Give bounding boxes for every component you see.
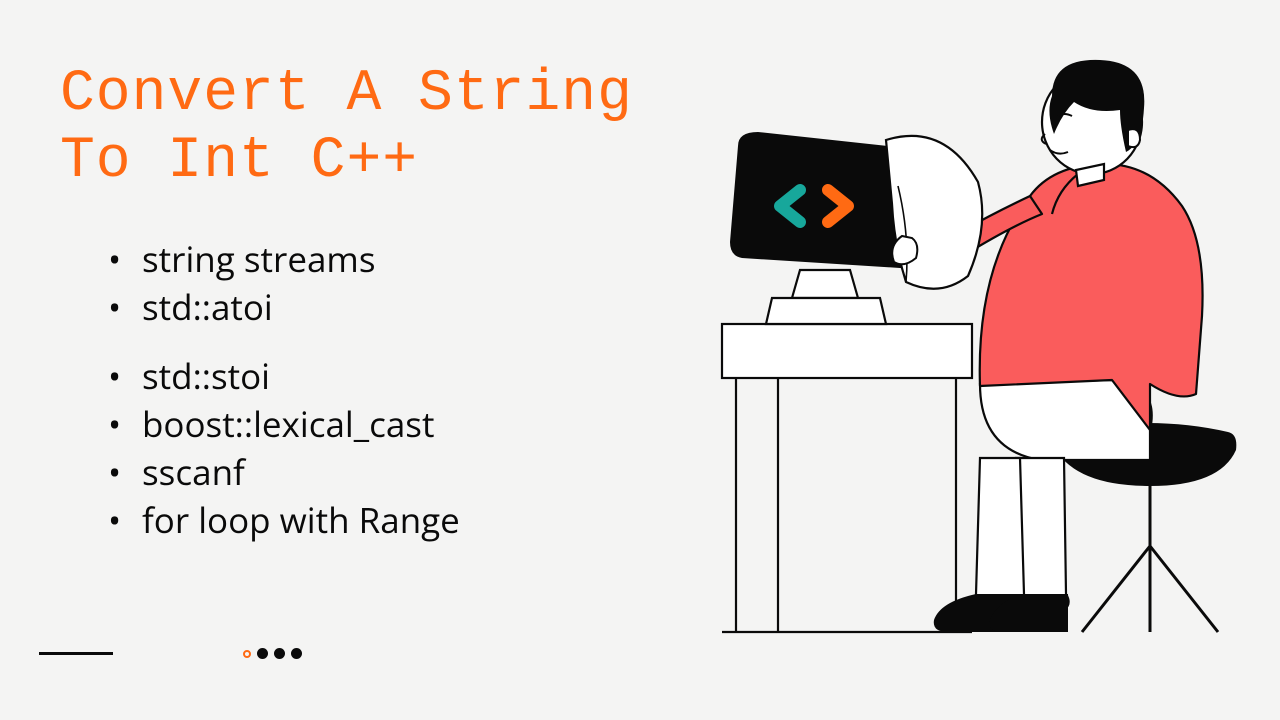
illustration-person-at-desk xyxy=(680,54,1260,644)
hand-icon xyxy=(892,236,917,264)
dot-indicator xyxy=(291,648,302,659)
person-legs-icon xyxy=(934,380,1152,632)
pagination-dots xyxy=(243,648,302,659)
dot-indicator xyxy=(274,648,285,659)
method-list: string streams std::atoi std::stoi boost… xyxy=(108,236,460,546)
list-item-label: std::stoi xyxy=(142,353,270,400)
title-line-1: Convert A String xyxy=(60,62,633,127)
paper-icon xyxy=(886,136,982,289)
page-title: Convert A String To Int C++ xyxy=(60,62,633,195)
list-item-label: boost::lexical_cast xyxy=(142,401,434,448)
list-item-label: sscanf xyxy=(142,449,245,496)
list-item: sscanf xyxy=(108,449,460,497)
divider-line xyxy=(39,652,113,655)
list-item-label: std::atoi xyxy=(142,284,273,331)
list-item: std::stoi xyxy=(108,353,460,401)
dot-indicator-active xyxy=(243,650,251,658)
list-item-label: for loop with Range xyxy=(142,497,460,544)
list-item: string streams xyxy=(108,236,460,284)
list-item-label: string streams xyxy=(142,236,376,283)
list-item: for loop with Range xyxy=(108,497,460,545)
desk-icon xyxy=(722,324,972,632)
title-line-2: To Int C++ xyxy=(60,129,418,194)
dot-indicator xyxy=(257,648,268,659)
list-item: boost::lexical_cast xyxy=(108,401,460,449)
list-item: std::atoi xyxy=(108,284,460,332)
